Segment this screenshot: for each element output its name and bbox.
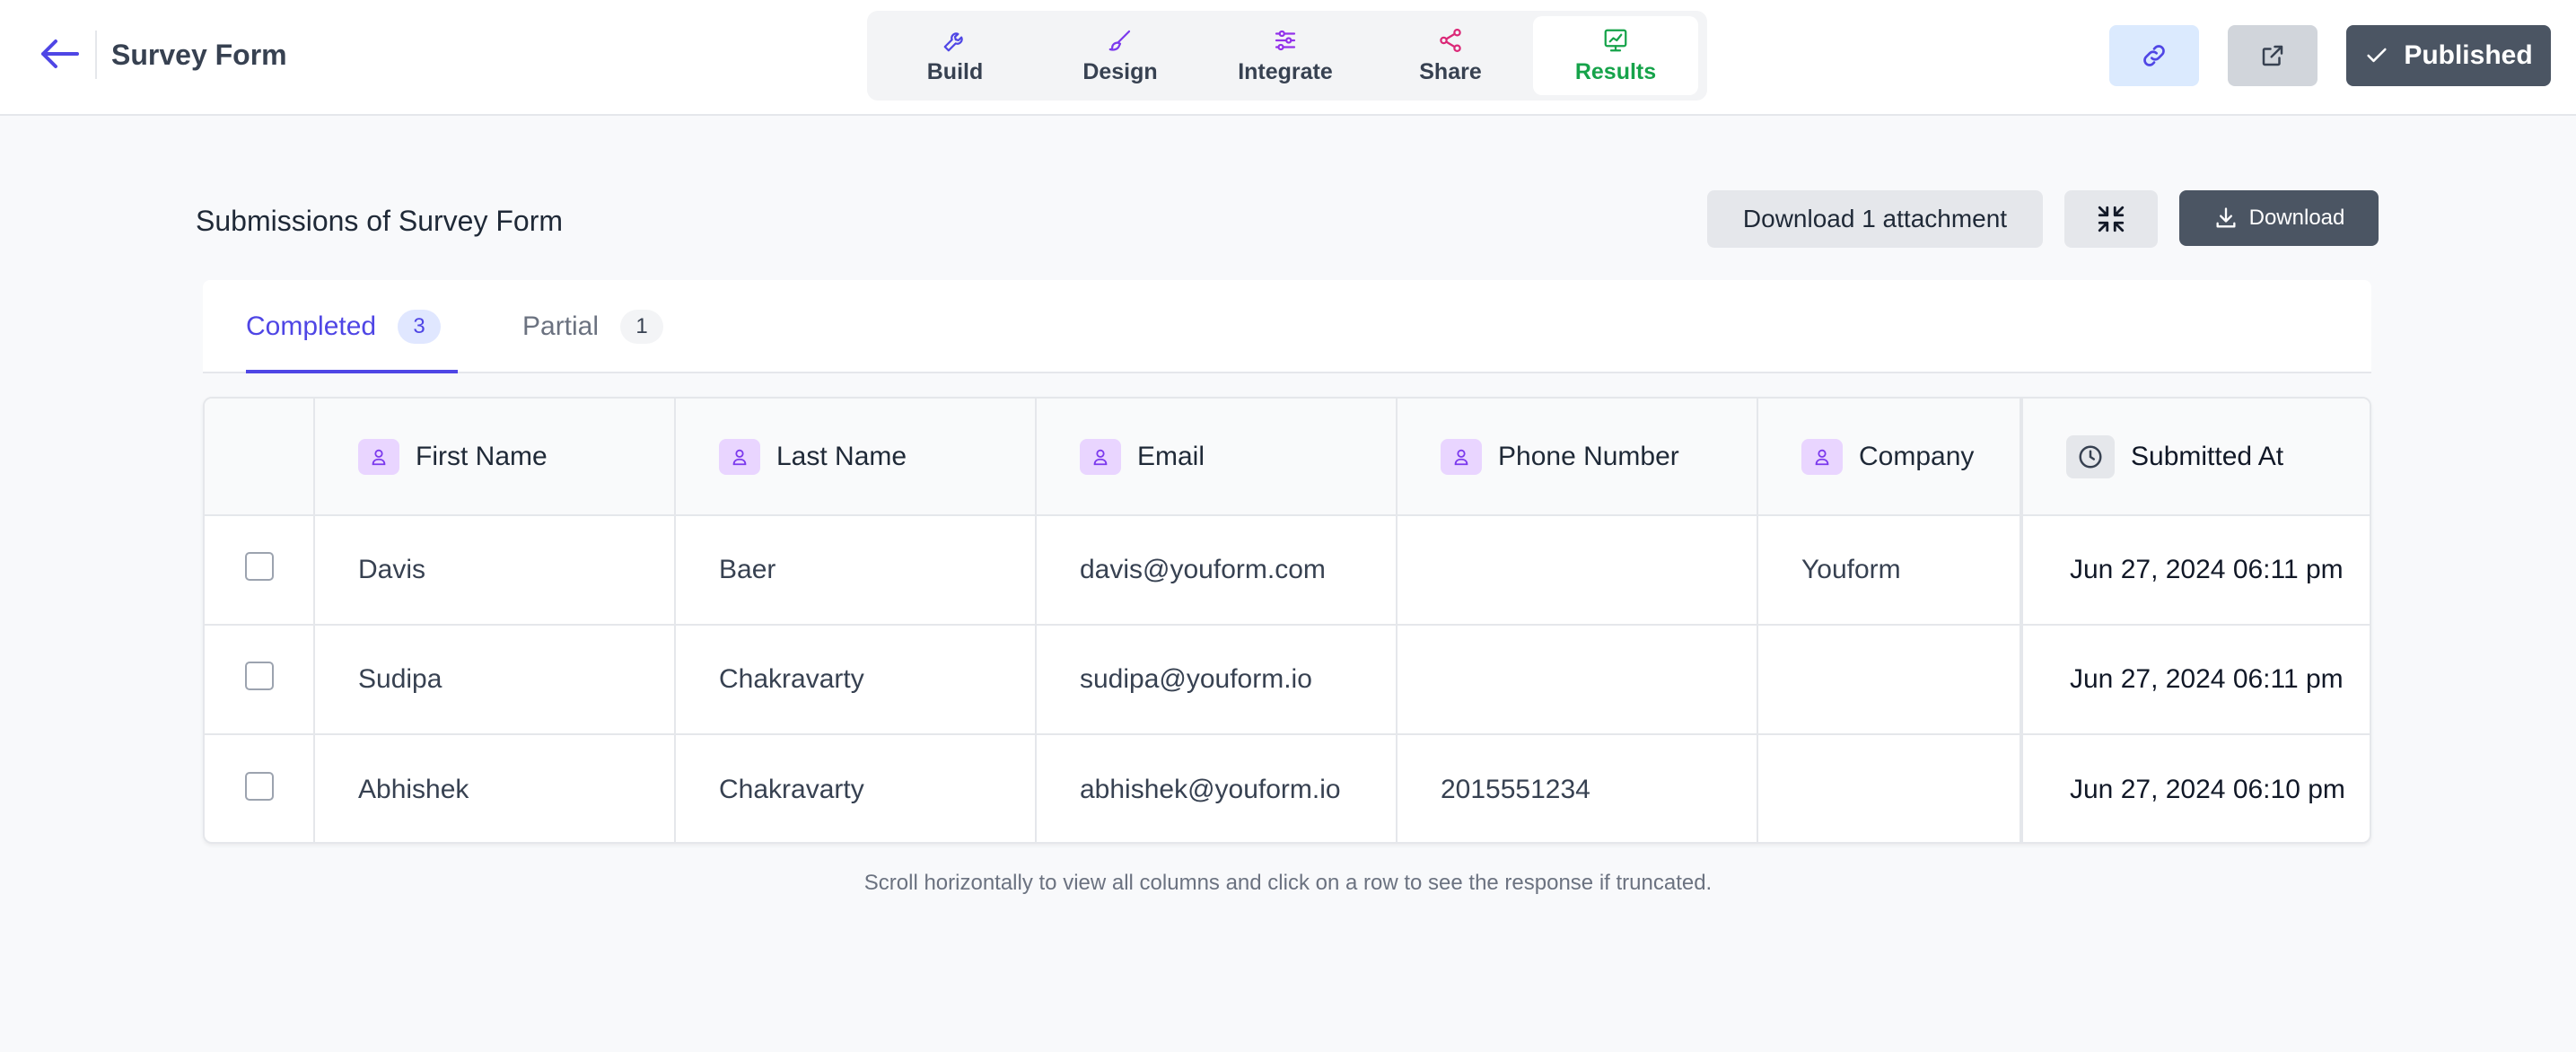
tab-partial-label: Partial: [522, 311, 600, 341]
column-header-phone-number[interactable]: Phone Number: [1397, 399, 1758, 516]
sliders-icon: [1275, 30, 1296, 50]
download-button[interactable]: Download: [2179, 190, 2379, 246]
completed-count-badge: 3: [398, 310, 442, 344]
cell-email: davis@youform.com: [1036, 515, 1398, 626]
tab-results[interactable]: Results: [1533, 16, 1698, 95]
submissions-table: First Name Last Name Email Phone Number …: [205, 399, 2370, 842]
column-label: Company: [1859, 441, 1975, 471]
download-icon: [2216, 207, 2236, 228]
tab-build-label: Build: [926, 58, 984, 84]
cell-first-name: Abhishek: [314, 734, 676, 842]
column-header-email[interactable]: Email: [1036, 399, 1398, 516]
cell-phone-number: 2015551234: [1397, 734, 1758, 842]
column-label: First Name: [416, 441, 548, 471]
tab-share-label: Share: [1419, 58, 1482, 84]
tab-design-label: Design: [1082, 58, 1158, 84]
share-icon: [1440, 28, 1461, 52]
tab-integrate[interactable]: Integrate: [1203, 16, 1368, 95]
wrench-icon: [943, 31, 963, 51]
tab-results-label: Results: [1574, 58, 1657, 84]
tab-build[interactable]: Build: [872, 16, 1038, 95]
select-column-header: [205, 399, 315, 516]
back-button[interactable]: [34, 32, 84, 75]
cell-phone-number: [1397, 625, 1758, 735]
row-checkbox[interactable]: [244, 552, 274, 581]
cell-submitted-at: Jun 27, 2024 06:11 pm: [2020, 625, 2370, 735]
open-form-button[interactable]: [2228, 25, 2318, 86]
column-header-company[interactable]: Company: [1757, 399, 2022, 516]
row-select-cell: [205, 625, 315, 735]
top-bar: Survey Form Build Design Integrate Share…: [0, 0, 2576, 116]
table-header-row: First Name Last Name Email Phone Number …: [205, 399, 2370, 516]
row-checkbox[interactable]: [244, 771, 274, 801]
published-label: Published: [2404, 40, 2533, 70]
copy-link-button[interactable]: [2109, 25, 2199, 86]
column-label: Submitted At: [2131, 441, 2284, 471]
submissions-title: Submissions of Survey Form: [196, 205, 564, 237]
tab-integrate-label: Integrate: [1238, 58, 1333, 84]
chart-icon: [1604, 29, 1627, 51]
scroll-hint: Scroll horizontally to view all columns …: [863, 871, 1713, 895]
cell-last-name: Chakravarty: [675, 734, 1037, 842]
tab-partial[interactable]: Partial 1: [522, 280, 664, 373]
user-icon: [719, 438, 760, 475]
column-label: Phone Number: [1498, 441, 1679, 471]
collapse-view-button[interactable]: [2064, 190, 2158, 248]
cell-submitted-at: Jun 27, 2024 06:10 pm: [2020, 734, 2370, 842]
partial-count-badge: 1: [620, 310, 664, 344]
clock-icon: [2066, 434, 2115, 478]
row-select-cell: [205, 734, 315, 842]
table-row[interactable]: Sudipa Chakravarty sudipa@youform.io Jun…: [205, 625, 2370, 735]
column-label: Email: [1137, 441, 1205, 471]
cell-company: [1757, 625, 2022, 735]
user-icon: [1441, 438, 1482, 475]
title-divider: [95, 31, 97, 79]
cell-email: abhishek@youform.io: [1036, 734, 1398, 842]
column-label: Last Name: [776, 441, 907, 471]
cell-submitted-at: Jun 27, 2024 06:11 pm: [2020, 515, 2370, 626]
cell-last-name: Chakravarty: [675, 625, 1037, 735]
published-button[interactable]: Published: [2346, 25, 2551, 86]
download-attachment-button[interactable]: Download 1 attachment: [1707, 190, 2043, 248]
cell-email: sudipa@youform.io: [1036, 625, 1398, 735]
column-header-last-name[interactable]: Last Name: [675, 399, 1037, 516]
table-row[interactable]: Davis Baer davis@youform.com Youform Jun…: [205, 515, 2370, 626]
cell-company: Youform: [1757, 515, 2022, 626]
form-title: Survey Form: [111, 39, 287, 71]
user-icon: [1080, 438, 1121, 475]
cell-first-name: Davis: [314, 515, 676, 626]
tab-completed[interactable]: Completed 3: [246, 280, 442, 373]
cell-first-name: Sudipa: [314, 625, 676, 735]
builder-tabs: Build Design Integrate Share Results: [867, 11, 1707, 101]
cell-last-name: Baer: [675, 515, 1037, 626]
download-label: Download: [2248, 206, 2345, 230]
active-tab-indicator: [246, 370, 458, 373]
cell-company: [1757, 734, 2022, 842]
submission-tabs: Completed 3 Partial 1: [203, 280, 2371, 373]
tab-share[interactable]: Share: [1368, 16, 1533, 95]
compress-icon: [2098, 206, 2125, 232]
tab-completed-label: Completed: [246, 311, 377, 341]
row-checkbox[interactable]: [244, 662, 274, 690]
submissions-table-container[interactable]: First Name Last Name Email Phone Number …: [203, 397, 2371, 844]
external-link-icon: [2262, 45, 2283, 66]
column-header-submitted-at[interactable]: Submitted At: [2020, 399, 2370, 516]
table-row[interactable]: Abhishek Chakravarty abhishek@youform.io…: [205, 734, 2370, 842]
user-icon: [1801, 438, 1843, 475]
arrow-left-icon: [41, 39, 79, 68]
cell-phone-number: [1397, 515, 1758, 626]
link-icon: [2143, 45, 2165, 66]
check-icon: [2367, 48, 2387, 63]
user-icon: [358, 438, 399, 475]
paintbrush-icon: [1108, 30, 1131, 51]
row-select-cell: [205, 515, 315, 626]
column-header-first-name[interactable]: First Name: [314, 399, 676, 516]
tab-design[interactable]: Design: [1038, 16, 1203, 95]
